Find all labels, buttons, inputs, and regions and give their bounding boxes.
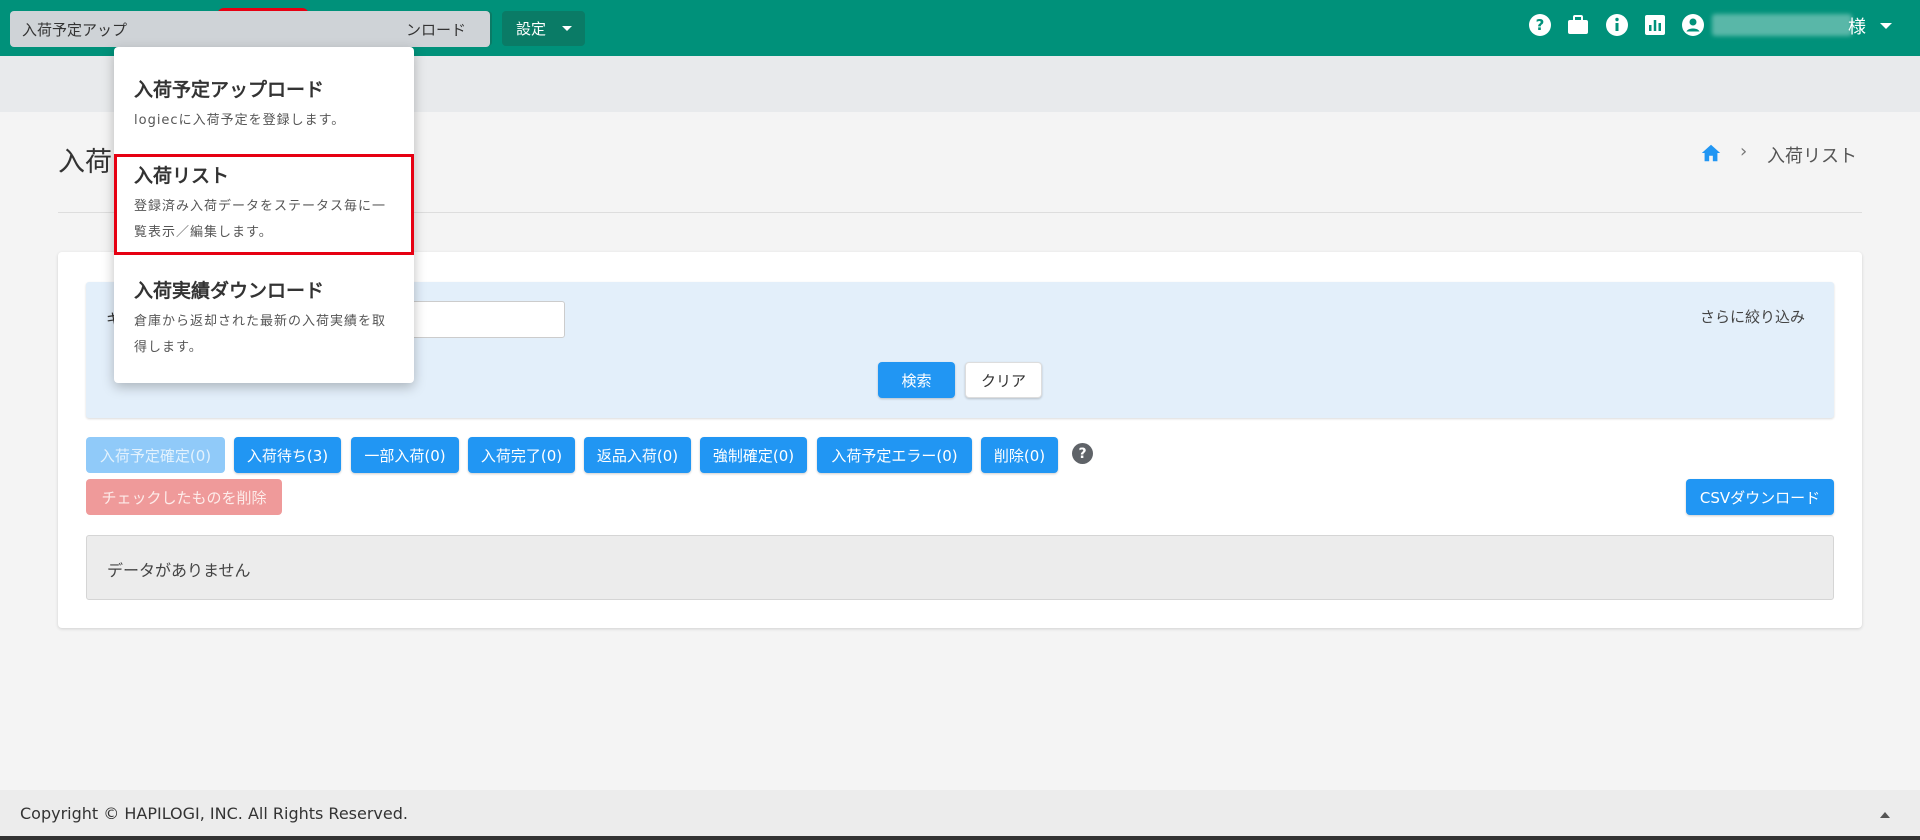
- highlight-box: [114, 154, 414, 255]
- briefcase-icon[interactable]: [1566, 13, 1590, 37]
- nav-settei[interactable]: 設定: [502, 11, 585, 46]
- search-button[interactable]: 検索: [878, 362, 955, 398]
- clear-button[interactable]: クリア: [965, 362, 1042, 398]
- breadcrumb-current: 入荷リスト: [1767, 146, 1857, 167]
- page-title: 入荷: [58, 147, 112, 178]
- caret-down-icon: [562, 26, 572, 31]
- status-henpin-nyuka[interactable]: 返品入荷(0): [584, 437, 691, 473]
- results-empty-panel: [86, 535, 1834, 600]
- menu-item-desc: logiecに入荷予定を登録します。: [134, 113, 346, 128]
- subtab-label-tail: ンロード: [406, 20, 467, 39]
- menu-item-nyuka-yotei-upload[interactable]: 入荷予定アップロード logiecに入荷予定を登録します。: [114, 75, 414, 134]
- menu-item-title: 入荷予定アップロード: [134, 79, 325, 101]
- menu-item-nyuka-jisseki-download[interactable]: 入荷実績ダウンロード 倉庫から返却された最新の入荷実績を取得します。: [114, 276, 414, 361]
- breadcrumb-chevron-icon: ›: [1740, 141, 1748, 162]
- help-circle-icon[interactable]: ?: [1528, 13, 1552, 37]
- menu-item-title: 入荷実績ダウンロード: [134, 280, 325, 302]
- status-sakujo[interactable]: 削除(0): [981, 437, 1058, 473]
- nav-label: 設定: [516, 20, 547, 38]
- delete-checked-button[interactable]: チェックしたものを削除: [86, 479, 282, 515]
- status-nyuka-yotei-kakutei[interactable]: 入荷予定確定(0): [86, 437, 225, 473]
- info-icon[interactable]: [1605, 13, 1629, 37]
- bottom-strip: [0, 836, 1920, 840]
- user-suffix: 様: [1848, 17, 1866, 38]
- status-kyosei-kakutei[interactable]: 強制確定(0): [700, 437, 807, 473]
- chart-icon[interactable]: [1643, 13, 1667, 37]
- status-ichibu-nyuka[interactable]: 一部入荷(0): [351, 437, 459, 473]
- account-icon[interactable]: [1681, 13, 1705, 37]
- caret-down-icon[interactable]: [1880, 23, 1892, 29]
- status-nyuka-yotei-error[interactable]: 入荷予定エラー(0): [817, 437, 972, 473]
- user-name-blurred[interactable]: [1712, 14, 1852, 36]
- more-filter-link[interactable]: さらに絞り込み: [1700, 306, 1805, 327]
- subtab-label: 入荷予定アップ: [22, 20, 128, 39]
- scroll-top-icon[interactable]: [1880, 812, 1890, 818]
- copyright: Copyright © HAPILOGI, INC. All Rights Re…: [20, 804, 408, 823]
- home-icon[interactable]: [1700, 142, 1722, 164]
- svg-text:?: ?: [1536, 16, 1545, 34]
- status-nyuka-machi[interactable]: 入荷待ち(3): [234, 437, 341, 473]
- status-nyuka-kanryo[interactable]: 入荷完了(0): [468, 437, 575, 473]
- empty-message: データがありません: [107, 561, 251, 580]
- csv-download-button[interactable]: CSVダウンロード: [1686, 479, 1834, 515]
- help-icon[interactable]: ?: [1072, 443, 1093, 464]
- menu-item-desc: 倉庫から返却された最新の入荷実績を取得します。: [134, 314, 387, 355]
- subtab-nyuka-yotei-upload[interactable]: 入荷予定アップ ンロード: [10, 11, 490, 47]
